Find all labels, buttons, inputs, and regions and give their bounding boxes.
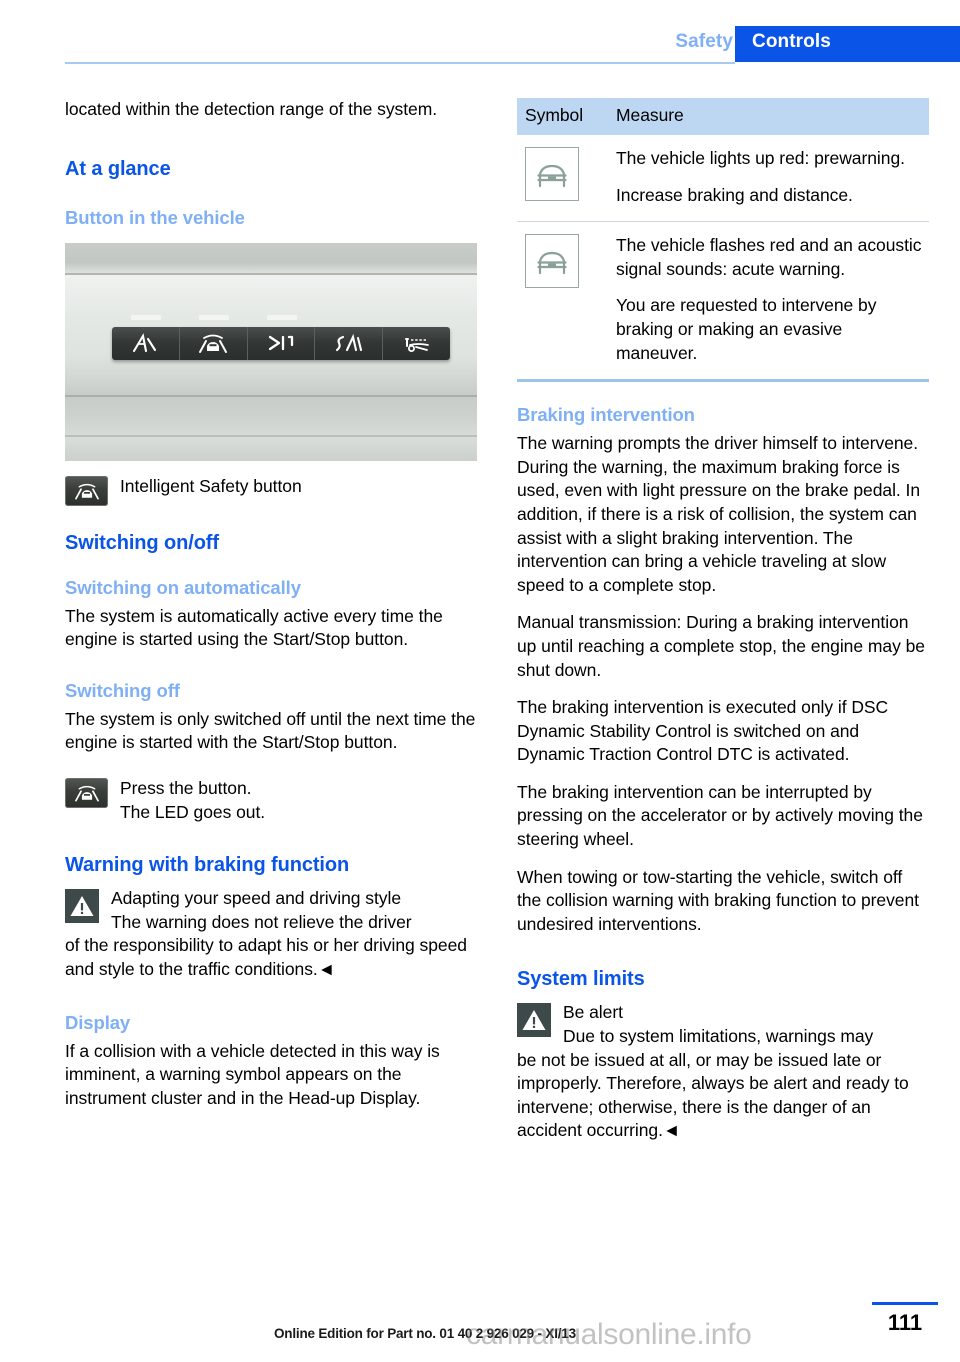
led-indicator-row [112, 314, 450, 321]
table-cell-symbol [517, 135, 614, 222]
caption-text-wrapper: Intelligent Safety button [120, 475, 477, 499]
heading-switching-on-off: Switching on/off [65, 531, 219, 554]
high-beam-assistant-button[interactable] [247, 326, 316, 360]
warning-body-rest: of the responsibility to adapt his or he… [65, 935, 467, 979]
night-vision-icon [404, 338, 429, 353]
lane-change-warning-button[interactable] [315, 326, 384, 360]
warning-body-first-line: Due to system limitations, warnings may [563, 1026, 874, 1047]
warning-triangle-icon [65, 889, 99, 924]
night-vision-button[interactable] [383, 326, 450, 360]
warning-title: Adapting your speed and driving style [111, 888, 402, 909]
intelligent-safety-button-icon [65, 777, 108, 808]
symbol-measure-table: Symbol Measure The vehicle lights up red… [517, 98, 929, 382]
page-header: Safety Controls [0, 0, 960, 72]
step-text-wrapper: Press the button. The LED goes out. [120, 777, 477, 824]
heading-switching-on-automatically: Switching on automatically [65, 576, 301, 598]
heading-at-a-glance: At a glance [65, 157, 171, 180]
paragraph-braking-4: The braking intervention can be interrup… [517, 781, 923, 850]
warning-block-be-alert: Be alert Due to system limitations, warn… [517, 1001, 929, 1143]
dashboard-button-panel-photo [65, 242, 477, 461]
table-cell-measure: The vehicle lights up red: prewarning. I… [614, 135, 929, 222]
measure-paragraph: The vehicle flashes red and an acoustic … [616, 235, 922, 279]
step-line-press: Press the button. [120, 777, 252, 798]
caption-label: Intelligent Safety button [120, 475, 302, 496]
warning-body-rest: be not be issued at all, or may be issue… [517, 1049, 909, 1141]
heading-braking-intervention: Braking intervention [517, 404, 695, 426]
breadcrumb-tab-controls[interactable]: Controls [752, 31, 831, 53]
lane-departure-warning-icon [133, 333, 157, 353]
heading-display: Display [65, 1011, 131, 1033]
left-column: located within the detection range of th… [65, 98, 477, 1110]
page-number-rule [872, 1302, 938, 1305]
paragraph-display: If a collision with a vehicle detected i… [65, 1040, 440, 1108]
heading-system-limits: System limits [517, 968, 645, 991]
led-indicator [131, 314, 161, 320]
table-header-row: Symbol Measure [517, 98, 929, 135]
warning-title: Be alert [563, 1002, 623, 1023]
trim-seam [65, 434, 477, 437]
site-watermark: carmanualsonline.info [466, 1318, 752, 1351]
dashboard-button-strip[interactable] [112, 326, 450, 360]
lane-departure-warning-button[interactable] [112, 326, 180, 360]
intelligent-safety-button-icon [65, 475, 108, 506]
paragraph-braking-1: The warning prompts the driver himself t… [517, 433, 921, 595]
paragraph-braking-5: When towing or tow-starting the vehicle,… [517, 866, 919, 934]
measure-paragraph: Increase braking and distance. [616, 184, 853, 205]
trim-highlight [65, 274, 477, 311]
warning-body-first-line: The warning does not relieve the driver [111, 911, 412, 932]
table-row: The vehicle lights up red: prewarning. I… [517, 135, 929, 222]
continued-paragraph: located within the detection range of th… [65, 99, 438, 119]
caption-intelligent-safety-button: Intelligent Safety button [65, 475, 477, 506]
car-front-symbol-icon [525, 147, 579, 201]
paragraph-braking-2: Manual transmission: During a braking in… [517, 612, 925, 680]
breadcrumb-tab-safety[interactable]: Safety [675, 31, 733, 53]
step-line-led: The LED goes out. [120, 801, 266, 822]
warning-block-adapting-speed: Adapting your speed and driving style Th… [65, 887, 477, 981]
page-number: 111 [887, 1310, 923, 1335]
right-column: Symbol Measure The vehicle lights up red… [517, 98, 929, 1143]
table-row: The vehicle flashes red and an acoustic … [517, 222, 929, 381]
car-front-symbol-icon [525, 234, 579, 289]
measure-paragraph: The vehicle lights up red: prewarning. [616, 148, 905, 168]
intelligent-safety-button[interactable] [179, 326, 248, 360]
step-press-the-button: Press the button. The LED goes out. [65, 777, 477, 824]
paragraph-switching-on-automatically: The system is automatically active every… [65, 605, 443, 650]
led-indicator [267, 314, 297, 320]
lane-change-warning-icon [335, 333, 362, 352]
warning-triangle-icon [517, 1003, 551, 1038]
high-beam-assistant-icon [268, 335, 294, 351]
trim-seam [65, 394, 477, 397]
intelligent-safety-icon [199, 334, 228, 354]
header-divider [65, 62, 735, 64]
measure-paragraph: You are requested to intervene by brakin… [616, 295, 877, 363]
paragraph-braking-3: The braking intervention is executed onl… [517, 697, 889, 765]
heading-switching-off: Switching off [65, 679, 180, 701]
paragraph-switching-off: The system is only switched off until th… [65, 708, 476, 753]
table-cell-measure: The vehicle flashes red and an acoustic … [614, 222, 929, 381]
led-indicator [199, 314, 229, 320]
table-header-symbol: Symbol [525, 105, 584, 125]
table-cell-symbol [517, 222, 614, 381]
heading-button-in-the-vehicle: Button in the vehicle [65, 206, 245, 228]
table-header-measure: Measure [616, 105, 684, 125]
heading-warning-with-braking-function: Warning with braking function [65, 854, 350, 877]
